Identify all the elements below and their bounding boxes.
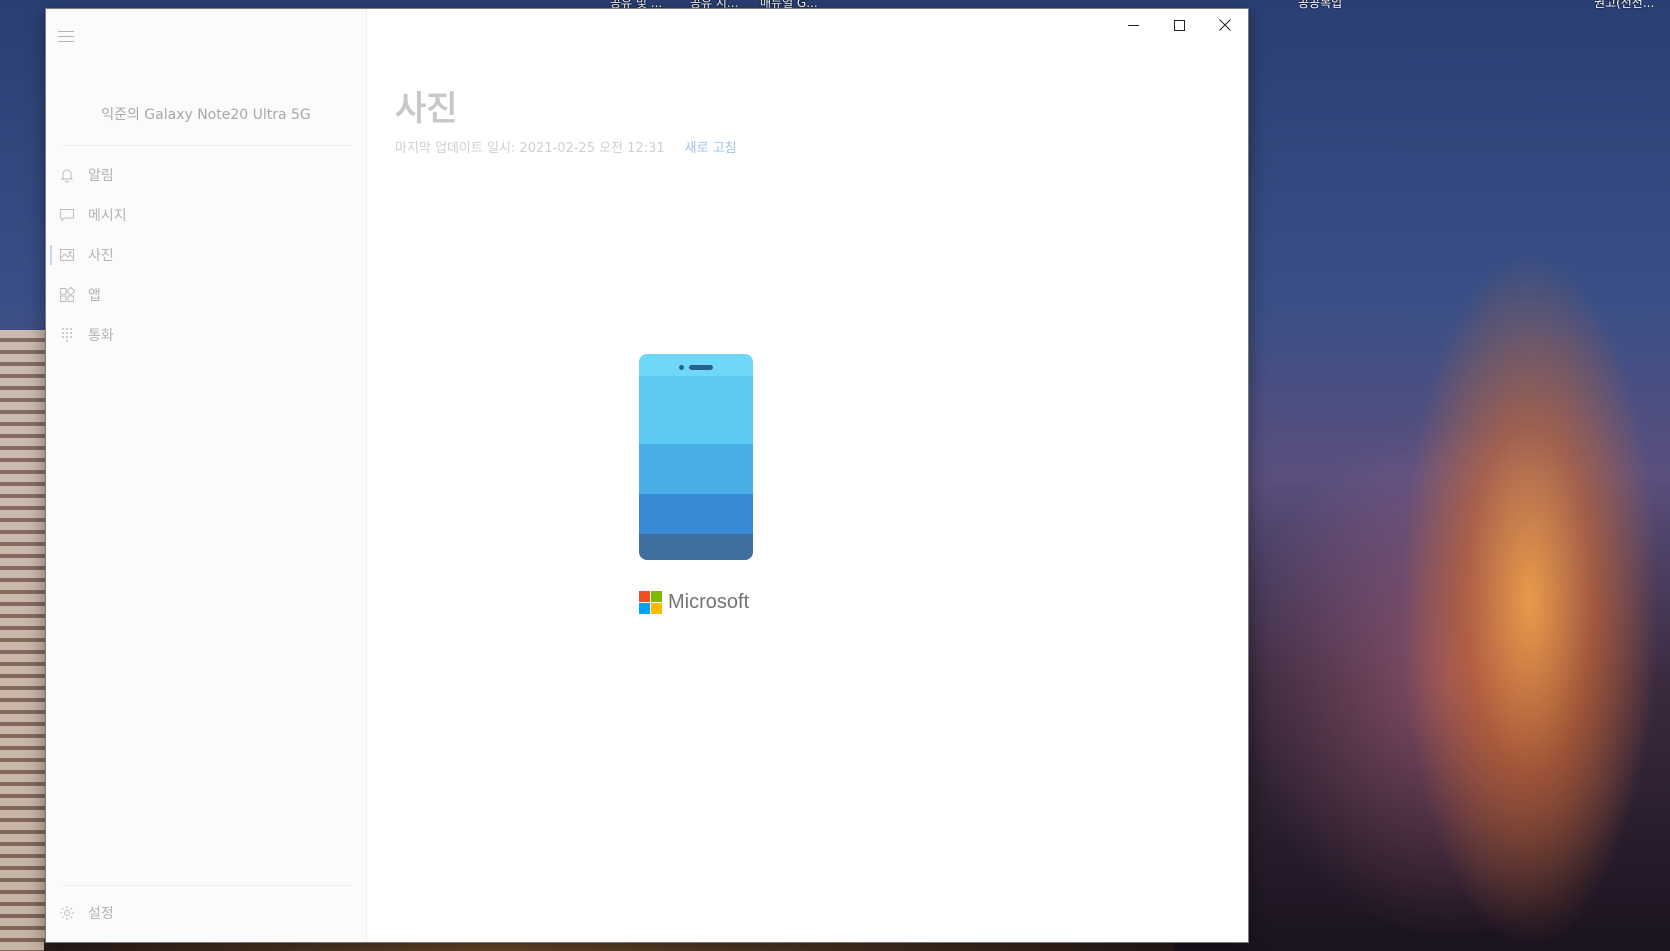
refresh-link[interactable]: 새로 고침	[685, 137, 737, 156]
desktop-icon-label[interactable]: 공공복입	[1298, 0, 1342, 11]
last-updated-text: 마지막 업데이트 일시: 2021-02-25 오전 12:31	[395, 141, 665, 156]
window-controls	[1110, 9, 1248, 41]
phone-band	[639, 534, 753, 560]
dialpad-icon	[58, 326, 76, 344]
hamburger-menu-icon[interactable]	[58, 31, 74, 43]
sidebar-item-settings[interactable]: 설정	[46, 894, 366, 932]
desktop-icon-label[interactable]: 권고(선전...	[1594, 0, 1654, 11]
sidebar-item-photos[interactable]: 사진	[46, 236, 366, 274]
main-content: 사진 마지막 업데이트 일시: 2021-02-25 오전 12:31 새로 고…	[367, 9, 1248, 942]
phone-band	[639, 376, 753, 444]
sidebar: 익준의 Galaxy Note20 Ultra 5G 알림 메시지 사진 앱 통…	[46, 9, 367, 942]
sidebar-item-messages[interactable]: 메시지	[46, 196, 366, 234]
phone-illustration	[639, 354, 753, 560]
sidebar-item-notifications[interactable]: 알림	[46, 156, 366, 194]
sidebar-item-label: 통화	[88, 328, 114, 344]
sidebar-item-label: 앱	[88, 288, 101, 304]
minimize-button[interactable]	[1110, 9, 1156, 41]
phone-band	[639, 494, 753, 534]
message-icon	[58, 206, 76, 224]
close-icon	[1219, 16, 1231, 35]
last-updated-line: 마지막 업데이트 일시: 2021-02-25 오전 12:31 새로 고침	[395, 137, 737, 156]
maximize-icon	[1173, 16, 1185, 35]
microsoft-logo-icon	[639, 591, 662, 614]
sidebar-item-label: 사진	[88, 248, 114, 264]
microsoft-wordmark: Microsoft	[668, 591, 750, 613]
sidebar-item-label: 설정	[88, 906, 114, 922]
active-indicator	[50, 245, 52, 265]
sidebar-divider	[62, 885, 352, 886]
minimize-icon	[1127, 16, 1139, 35]
sidebar-item-label: 알림	[88, 168, 114, 184]
logo-square	[639, 591, 650, 602]
phone-speaker	[689, 365, 713, 370]
bell-icon	[58, 166, 76, 184]
maximize-button[interactable]	[1156, 9, 1202, 41]
logo-square	[639, 603, 650, 614]
sidebar-item-label: 메시지	[88, 208, 127, 224]
sidebar-item-calls[interactable]: 통화	[46, 316, 366, 354]
phone-band	[639, 444, 753, 494]
photo-icon	[58, 246, 76, 264]
sidebar-item-apps[interactable]: 앱	[46, 276, 366, 314]
sidebar-divider	[62, 145, 352, 146]
close-button[interactable]	[1202, 9, 1248, 41]
microsoft-brand: Microsoft	[639, 591, 749, 614]
page-title: 사진	[395, 89, 458, 129]
logo-square	[651, 591, 662, 602]
phone-camera-dot	[679, 365, 684, 370]
logo-square	[651, 603, 662, 614]
apps-icon	[58, 286, 76, 304]
gear-icon	[58, 904, 76, 922]
device-name: 익준의 Galaxy Note20 Ultra 5G	[101, 107, 311, 123]
your-phone-window: 익준의 Galaxy Note20 Ultra 5G 알림 메시지 사진 앱 통…	[46, 9, 1248, 942]
